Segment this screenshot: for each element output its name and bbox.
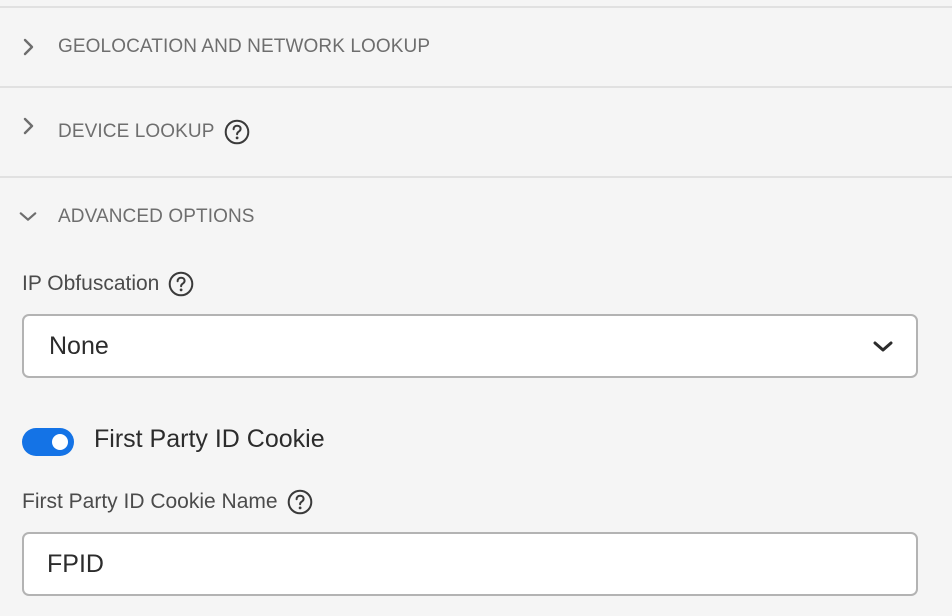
section-divider [0, 176, 952, 178]
section-header-geolocation[interactable]: GEOLOCATION AND NETWORK LOOKUP [0, 27, 952, 67]
ip-obfuscation-selected-value: None [49, 332, 109, 360]
device-lookup-text: DEVICE LOOKUP [58, 121, 215, 142]
top-divider [0, 6, 952, 8]
section-header-advanced-options[interactable]: ADVANCED OPTIONS [0, 197, 952, 237]
toggle-knob [52, 434, 68, 450]
ip-obfuscation-picker[interactable]: None [22, 314, 918, 378]
help-icon[interactable] [224, 119, 250, 145]
help-icon[interactable] [168, 271, 194, 297]
section-header-device-lookup[interactable]: DEVICE LOOKUP [0, 112, 952, 152]
section-label-geolocation: GEOLOCATION AND NETWORK LOOKUP [58, 36, 431, 57]
section-label-advanced-options: ADVANCED OPTIONS [58, 206, 255, 227]
help-icon[interactable] [287, 489, 313, 515]
ip-obfuscation-label: IP Obfuscation [22, 271, 194, 297]
chevron-down-icon [872, 336, 894, 358]
first-party-id-cookie-toggle[interactable] [22, 428, 74, 456]
cookie-name-label: First Party ID Cookie Name [22, 489, 313, 515]
cookie-name-input[interactable] [22, 532, 918, 596]
chevron-right-icon [18, 116, 38, 136]
chevron-down-icon [18, 207, 38, 227]
chevron-right-icon [18, 37, 38, 57]
first-party-id-cookie-toggle-label: First Party ID Cookie [94, 425, 325, 453]
section-label-device-lookup: DEVICE LOOKUP [58, 119, 250, 145]
ip-obfuscation-label-text: IP Obfuscation [22, 272, 160, 295]
cookie-name-label-text: First Party ID Cookie Name [22, 490, 278, 513]
section-divider [0, 86, 952, 88]
